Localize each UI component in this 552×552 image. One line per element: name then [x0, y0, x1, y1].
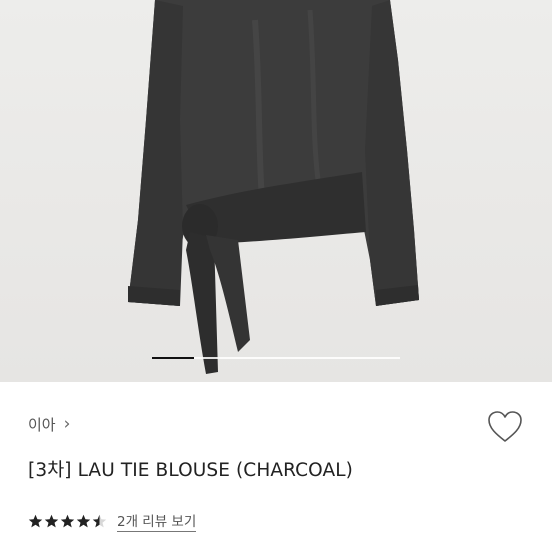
progress-fill [152, 357, 195, 359]
product-image[interactable] [0, 0, 552, 382]
reviews-link[interactable]: 2개 리뷰 보기 [117, 510, 197, 532]
rating-row: 2개 리뷰 보기 [28, 510, 197, 532]
star-rating [28, 514, 107, 529]
chevron-right-icon: › [63, 414, 71, 434]
star-icon [60, 514, 75, 527]
shop-name: 이아 [28, 416, 56, 434]
shop-link[interactable]: 이아 › [28, 414, 70, 435]
product-title: [3차] LAU TIE BLOUSE (CHARCOAL) [28, 460, 353, 481]
star-icon [92, 514, 107, 527]
heart-outline-icon [488, 411, 522, 442]
blouse-illustration [128, 0, 419, 374]
image-carousel-progress [152, 357, 400, 359]
star-icon [76, 514, 91, 527]
star-icon [44, 514, 59, 527]
star-icon [28, 514, 43, 527]
wishlist-heart-button[interactable] [486, 408, 524, 446]
